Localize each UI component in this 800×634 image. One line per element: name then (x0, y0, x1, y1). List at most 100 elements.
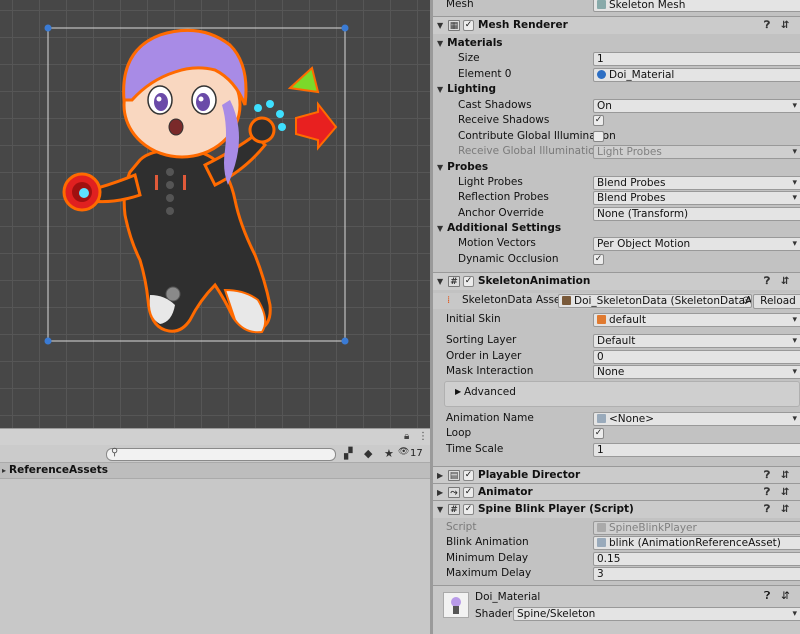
scene-canvas[interactable] (0, 0, 430, 428)
filter-by-label-icon[interactable]: ◆ (364, 447, 372, 460)
settings-icon[interactable]: ⇵ (781, 17, 789, 34)
foldout-closed-icon[interactable]: ▶ (437, 467, 443, 484)
order-in-layer-field[interactable]: 0 (593, 350, 800, 364)
help-icon[interactable]: ❓︎ (764, 590, 770, 603)
playable-director-header[interactable]: ▶ ▤ ✓ Playable Director ❓︎ ⇵ (433, 466, 800, 484)
mesh-field[interactable]: Skeleton Mesh (593, 0, 800, 12)
scene-view[interactable] (0, 0, 430, 428)
folder-label: ReferenceAssets (9, 464, 109, 476)
foldout-icon: ▼ (437, 224, 444, 233)
foldout-icon: ▼ (437, 163, 444, 172)
favorites-star-icon[interactable]: ★ (384, 447, 394, 460)
rect-handle-top-left (44, 24, 52, 32)
motion-vectors-row: Motion Vectors Per Object Motion (433, 236, 800, 252)
reload-button[interactable]: Reload (753, 294, 800, 309)
anchor-override-field[interactable]: None (Transform) (593, 207, 800, 221)
animator-icon: ⤳ (448, 487, 460, 498)
help-icon[interactable]: ❓︎ (764, 467, 770, 484)
blink-animation-field[interactable]: blink (AnimationReferenceAsset) (593, 536, 800, 550)
material-preview-panel: Doi_Material ❓︎ ⇵ Shader Spine/Skeleton (433, 585, 800, 634)
foldout-icon[interactable]: ▼ (437, 501, 443, 518)
blink-player-header[interactable]: ▼ # ✓ Spine Blink Player (Script) ❓︎ ⇵ (433, 500, 800, 518)
skeleton-animation-enabled-checkbox[interactable]: ✓ (463, 276, 474, 287)
additional-settings-section[interactable]: ▼ Additional Settings (433, 221, 800, 237)
mesh-renderer-enabled-checkbox[interactable]: ✓ (463, 20, 474, 31)
element0-field[interactable]: Doi_Material (593, 68, 800, 82)
reflection-probes-dropdown[interactable]: Blend Probes (593, 191, 800, 205)
cast-shadows-dropdown[interactable]: On (593, 99, 800, 113)
settings-icon[interactable]: ⇵ (781, 590, 790, 602)
foldout-icon[interactable]: ▼ (437, 273, 443, 290)
receive-gi-row: Receive Global Illumination Light Probes (433, 144, 800, 160)
red-arrow-gizmo (295, 101, 338, 151)
light-probes-dropdown[interactable]: Blend Probes (593, 176, 800, 190)
lighting-section[interactable]: ▼ Lighting (433, 82, 800, 98)
time-scale-field[interactable]: 1 (593, 443, 800, 457)
mesh-renderer-icon: ▦ (448, 20, 460, 31)
script-icon: # (448, 504, 460, 515)
size-field[interactable]: 1 (593, 52, 800, 66)
menu-icon[interactable]: ⋮ (418, 431, 428, 442)
material-icon (597, 70, 606, 79)
hidden-eye-icon[interactable]: 👁︎ (398, 447, 409, 457)
animator-enabled-checkbox[interactable]: ✓ (463, 487, 474, 498)
settings-icon[interactable]: ⇵ (781, 484, 789, 501)
loop-checkbox[interactable]: ✓ (593, 428, 604, 439)
lock-icon[interactable]: 🔒︎ (404, 431, 409, 442)
foldout-icon[interactable]: ▼ (437, 17, 443, 34)
foldout-closed-icon: ▶ (455, 387, 462, 396)
help-icon[interactable]: ❓︎ (764, 501, 770, 518)
skeleton-data-field[interactable]: Doi_SkeletonData (SkeletonDataAsset) (558, 294, 752, 308)
spine-icon: ⁞ (447, 295, 451, 306)
mask-interaction-row: Mask Interaction None (433, 364, 800, 380)
receive-shadows-checkbox[interactable]: ✓ (593, 115, 604, 126)
minimum-delay-field[interactable]: 0.15 (593, 552, 800, 566)
materials-section[interactable]: ▼ Materials (433, 36, 800, 52)
probes-section[interactable]: ▼ Probes (433, 160, 800, 176)
settings-icon[interactable]: ⇵ (781, 501, 789, 518)
sorting-layer-dropdown[interactable]: Default (593, 334, 800, 348)
green-arrow-gizmo (287, 66, 320, 94)
help-icon[interactable]: ❓︎ (764, 484, 770, 501)
dynamic-occlusion-checkbox[interactable]: ✓ (593, 254, 604, 265)
advanced-foldout[interactable]: ▶ Advanced (444, 381, 800, 407)
animation-name-dropdown[interactable]: <None> (593, 412, 800, 426)
material-preview-icon (451, 597, 461, 614)
initial-skin-dropdown[interactable]: default (593, 313, 800, 327)
order-in-layer-row: Order in Layer 0 (433, 349, 800, 365)
maximum-delay-field[interactable]: 3 (593, 567, 800, 581)
script-row: Script SpineBlinkPlayer (433, 520, 800, 536)
playable-director-enabled-checkbox[interactable]: ✓ (463, 470, 474, 481)
contribute-gi-checkbox[interactable] (593, 131, 604, 142)
rect-handle-bottom-right (341, 337, 349, 345)
contribute-gi-row: Contribute Global Illumination (458, 130, 616, 142)
shader-dropdown[interactable]: Spine/Skeleton (513, 607, 800, 621)
project-panel: 🔒︎ ⋮ ⚲ ▞ ◆ ★ 👁︎ 17 ▸ ReferenceAssets (0, 428, 430, 634)
mesh-renderer-header[interactable]: ▼ ▦ ✓ Mesh Renderer ❓︎ ⇵ (433, 16, 800, 34)
animator-header[interactable]: ▶ ⤳ ✓ Animator ❓︎ ⇵ (433, 483, 800, 501)
shader-label: Shader (475, 608, 513, 620)
motion-vectors-dropdown[interactable]: Per Object Motion (593, 237, 800, 251)
object-picker-icon[interactable]: ⊙ (742, 293, 750, 308)
skeleton-animation-header[interactable]: ▼ # ✓ SkeletonAnimation ❓︎ ⇵ (433, 272, 800, 290)
settings-icon[interactable]: ⇵ (781, 273, 789, 290)
reflection-probes-row: Reflection Probes Blend Probes (433, 190, 800, 206)
foldout-icon: ▼ (437, 39, 444, 48)
filter-by-type-icon[interactable]: ▞ (344, 447, 352, 460)
dynamic-occlusion-row: Dynamic Occlusion ✓ (458, 253, 604, 265)
foldout-icon: ▼ (437, 85, 444, 94)
playable-director-icon: ▤ (448, 470, 460, 481)
mask-interaction-dropdown[interactable]: None (593, 365, 800, 379)
skeleton-data-icon (562, 296, 571, 305)
foldout-closed-icon[interactable]: ▶ (437, 484, 443, 501)
folder-breadcrumb[interactable]: ▸ ReferenceAssets (0, 463, 430, 479)
material-name: Doi_Material (475, 591, 541, 603)
search-icon: ⚲ (111, 447, 119, 458)
settings-icon[interactable]: ⇵ (781, 467, 789, 484)
material-thumbnail[interactable] (443, 592, 469, 618)
time-scale-row: Time Scale 1 (433, 442, 800, 458)
help-icon[interactable]: ❓︎ (764, 17, 770, 34)
help-icon[interactable]: ❓︎ (764, 273, 770, 290)
blink-player-enabled-checkbox[interactable]: ✓ (463, 504, 474, 515)
project-search-input[interactable]: ⚲ (106, 447, 336, 461)
